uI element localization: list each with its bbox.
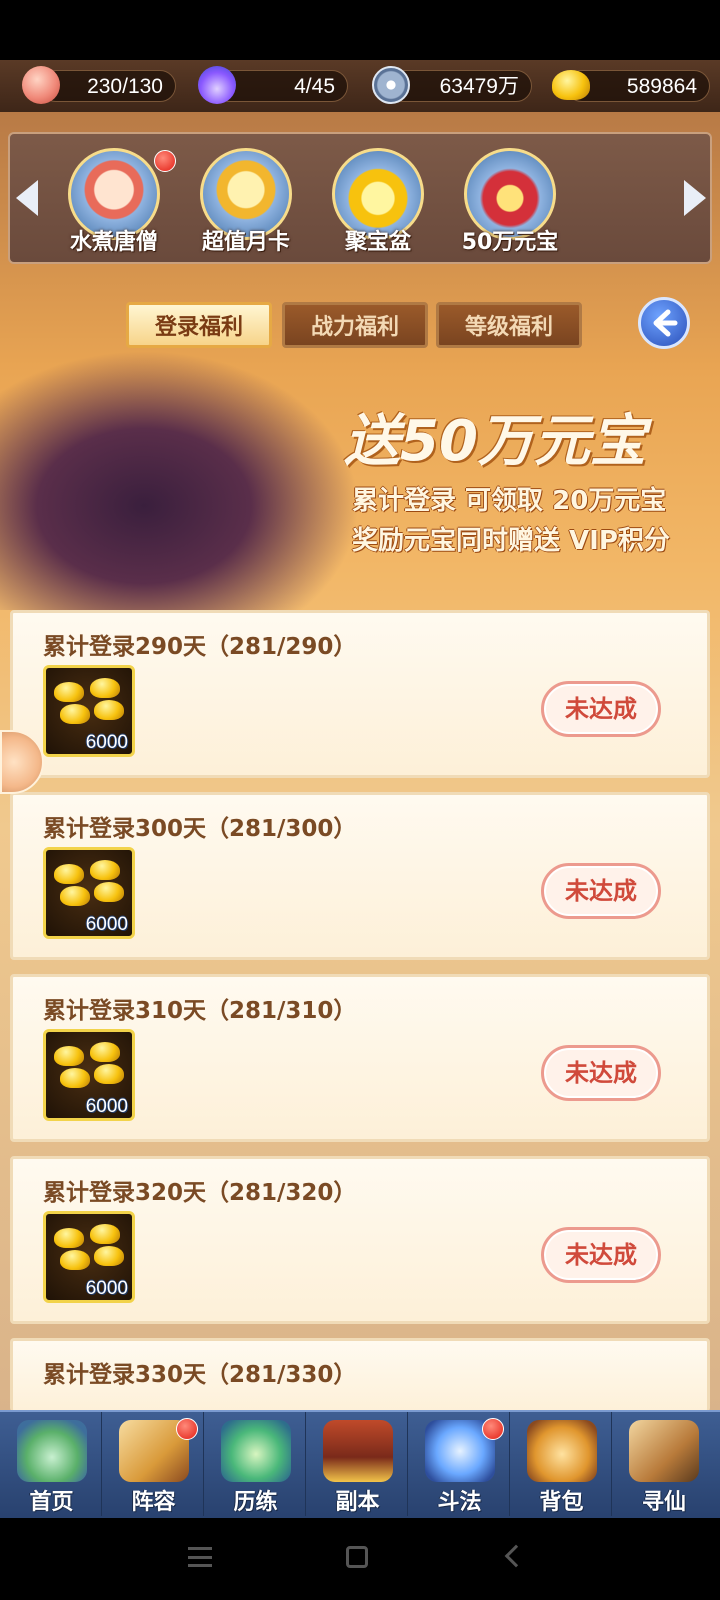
notification-dot bbox=[154, 150, 176, 172]
scroll-quest-icon bbox=[629, 1420, 699, 1482]
gold-ingot-icon bbox=[94, 1246, 124, 1266]
reward-card: 累计登录290天（281/290） 6000 未达成 bbox=[10, 610, 710, 778]
nav-label: 斗法 bbox=[437, 1490, 482, 1515]
gold-ingot-icon bbox=[90, 1042, 120, 1062]
tab-power-welfare[interactable]: 战力福利 bbox=[282, 302, 428, 348]
reward-quantity: 6000 bbox=[85, 914, 128, 935]
reward-quantity: 6000 bbox=[85, 732, 128, 753]
nav-lineup[interactable]: 阵容 bbox=[104, 1412, 204, 1516]
nav-training[interactable]: 历练 bbox=[206, 1412, 306, 1516]
banner-character-art bbox=[0, 350, 360, 610]
peach-icon bbox=[22, 66, 60, 104]
nav-seek-immortal[interactable]: 寻仙 bbox=[614, 1412, 714, 1516]
reward-card: 累计登录330天（281/330） bbox=[10, 1338, 710, 1412]
gold-ingot-icon bbox=[60, 1068, 90, 1088]
gold-ingot-icon bbox=[54, 864, 84, 884]
ingot-value: 589864 bbox=[626, 75, 697, 98]
peach-value: 230/130 bbox=[87, 75, 163, 98]
carousel-label: 超值月卡 bbox=[201, 230, 290, 255]
home-icon[interactable] bbox=[346, 1546, 368, 1568]
gold-ingot-icon bbox=[90, 1224, 120, 1244]
gold-ingot-reward[interactable]: 6000 bbox=[43, 1029, 135, 1121]
gold-ingot-icon bbox=[60, 1250, 90, 1270]
status-button[interactable]: 未达成 bbox=[541, 1227, 661, 1283]
status-bar bbox=[0, 0, 720, 60]
banner-line-1: 累计登录 可领取 20万元宝 bbox=[352, 486, 667, 516]
gold-ingot-icon bbox=[94, 700, 124, 720]
nav-dungeon[interactable]: 副本 bbox=[308, 1412, 408, 1516]
gold-ingot-icon bbox=[54, 682, 84, 702]
gold-ingot-icon bbox=[54, 1228, 84, 1248]
gold-ingot-icon bbox=[60, 704, 90, 724]
carousel-item-treasure-bowl[interactable]: 聚宝盆 bbox=[328, 148, 428, 258]
backpack-icon bbox=[526, 1420, 597, 1482]
gold-ingot-icon bbox=[94, 882, 124, 902]
reward-title: 累计登录320天（281/320） bbox=[43, 1180, 357, 1206]
training-gourd-icon bbox=[220, 1420, 291, 1482]
carousel-label: 聚宝盆 bbox=[344, 230, 411, 255]
coin-value: 63479万 bbox=[439, 75, 519, 98]
copper-coin-icon bbox=[372, 66, 410, 104]
reward-title: 累计登录330天（281/330） bbox=[43, 1362, 357, 1388]
notification-dot bbox=[482, 1418, 504, 1440]
dungeon-gate-icon bbox=[322, 1420, 393, 1482]
gold-ingot-icon bbox=[90, 860, 120, 880]
banner-line-2: 奖励元宝同时赠送 VIP积分 bbox=[352, 526, 670, 556]
nav-label: 历练 bbox=[233, 1490, 278, 1515]
back-button[interactable] bbox=[638, 297, 690, 349]
status-button[interactable]: 未达成 bbox=[541, 1045, 661, 1101]
nav-label: 首页 bbox=[29, 1490, 74, 1515]
carousel-item-tang-monk[interactable]: 水煮唐僧 bbox=[64, 148, 176, 258]
nav-home[interactable]: 首页 bbox=[2, 1412, 102, 1516]
gold-ingot-reward[interactable]: 6000 bbox=[43, 1211, 135, 1303]
carousel-left-arrow[interactable] bbox=[16, 180, 38, 216]
spirit-value: 4/45 bbox=[294, 75, 335, 98]
tab-login-welfare[interactable]: 登录福利 bbox=[126, 302, 272, 348]
gold-ingot-icon bbox=[54, 1046, 84, 1066]
nav-backpack[interactable]: 背包 bbox=[512, 1412, 612, 1516]
status-button[interactable]: 未达成 bbox=[541, 863, 661, 919]
carousel-item-treasure-chest[interactable]: 50万元宝 bbox=[460, 148, 560, 258]
tab-level-welfare[interactable]: 等级福利 bbox=[436, 302, 582, 348]
peach-counter[interactable]: 230/130 bbox=[40, 70, 176, 102]
banner-title: 送50万元宝 bbox=[344, 409, 646, 474]
carousel-item-monthly-card[interactable]: 超值月卡 bbox=[196, 148, 296, 258]
back-arrow-icon bbox=[653, 309, 678, 337]
reward-title: 累计登录290天（281/290） bbox=[43, 634, 357, 660]
home-island-icon bbox=[16, 1420, 87, 1482]
nav-label: 副本 bbox=[335, 1490, 380, 1515]
gold-ingot-reward[interactable]: 6000 bbox=[43, 665, 135, 757]
reward-title: 累计登录300天（281/300） bbox=[43, 816, 357, 842]
carousel-right-arrow[interactable] bbox=[684, 180, 706, 216]
reward-title: 累计登录310天（281/310） bbox=[43, 998, 357, 1024]
reward-quantity: 6000 bbox=[85, 1278, 128, 1299]
gold-ingot-reward[interactable]: 6000 bbox=[43, 847, 135, 939]
gold-ingot-icon bbox=[90, 678, 120, 698]
reward-quantity: 6000 bbox=[85, 1096, 128, 1117]
gold-ingot-icon bbox=[60, 886, 90, 906]
gold-ingot-icon bbox=[94, 1064, 124, 1084]
reward-card: 累计登录310天（281/310） 6000 未达成 bbox=[10, 974, 710, 1142]
carousel-label: 水煮唐僧 bbox=[69, 230, 158, 255]
carousel-label: 50万元宝 bbox=[461, 230, 559, 255]
nav-label: 寻仙 bbox=[641, 1490, 686, 1515]
nav-label: 背包 bbox=[539, 1490, 584, 1515]
nav-label: 阵容 bbox=[131, 1490, 176, 1515]
reward-card: 累计登录320天（281/320） 6000 未达成 bbox=[10, 1156, 710, 1324]
reward-card: 累计登录300天（281/300） 6000 未达成 bbox=[10, 792, 710, 960]
spirit-flame-icon bbox=[198, 66, 236, 104]
gold-ingot-icon bbox=[552, 70, 590, 100]
nav-battle[interactable]: 斗法 bbox=[410, 1412, 510, 1516]
status-button[interactable]: 未达成 bbox=[541, 681, 661, 737]
notification-dot bbox=[176, 1418, 198, 1440]
recent-apps-icon[interactable] bbox=[188, 1547, 212, 1567]
